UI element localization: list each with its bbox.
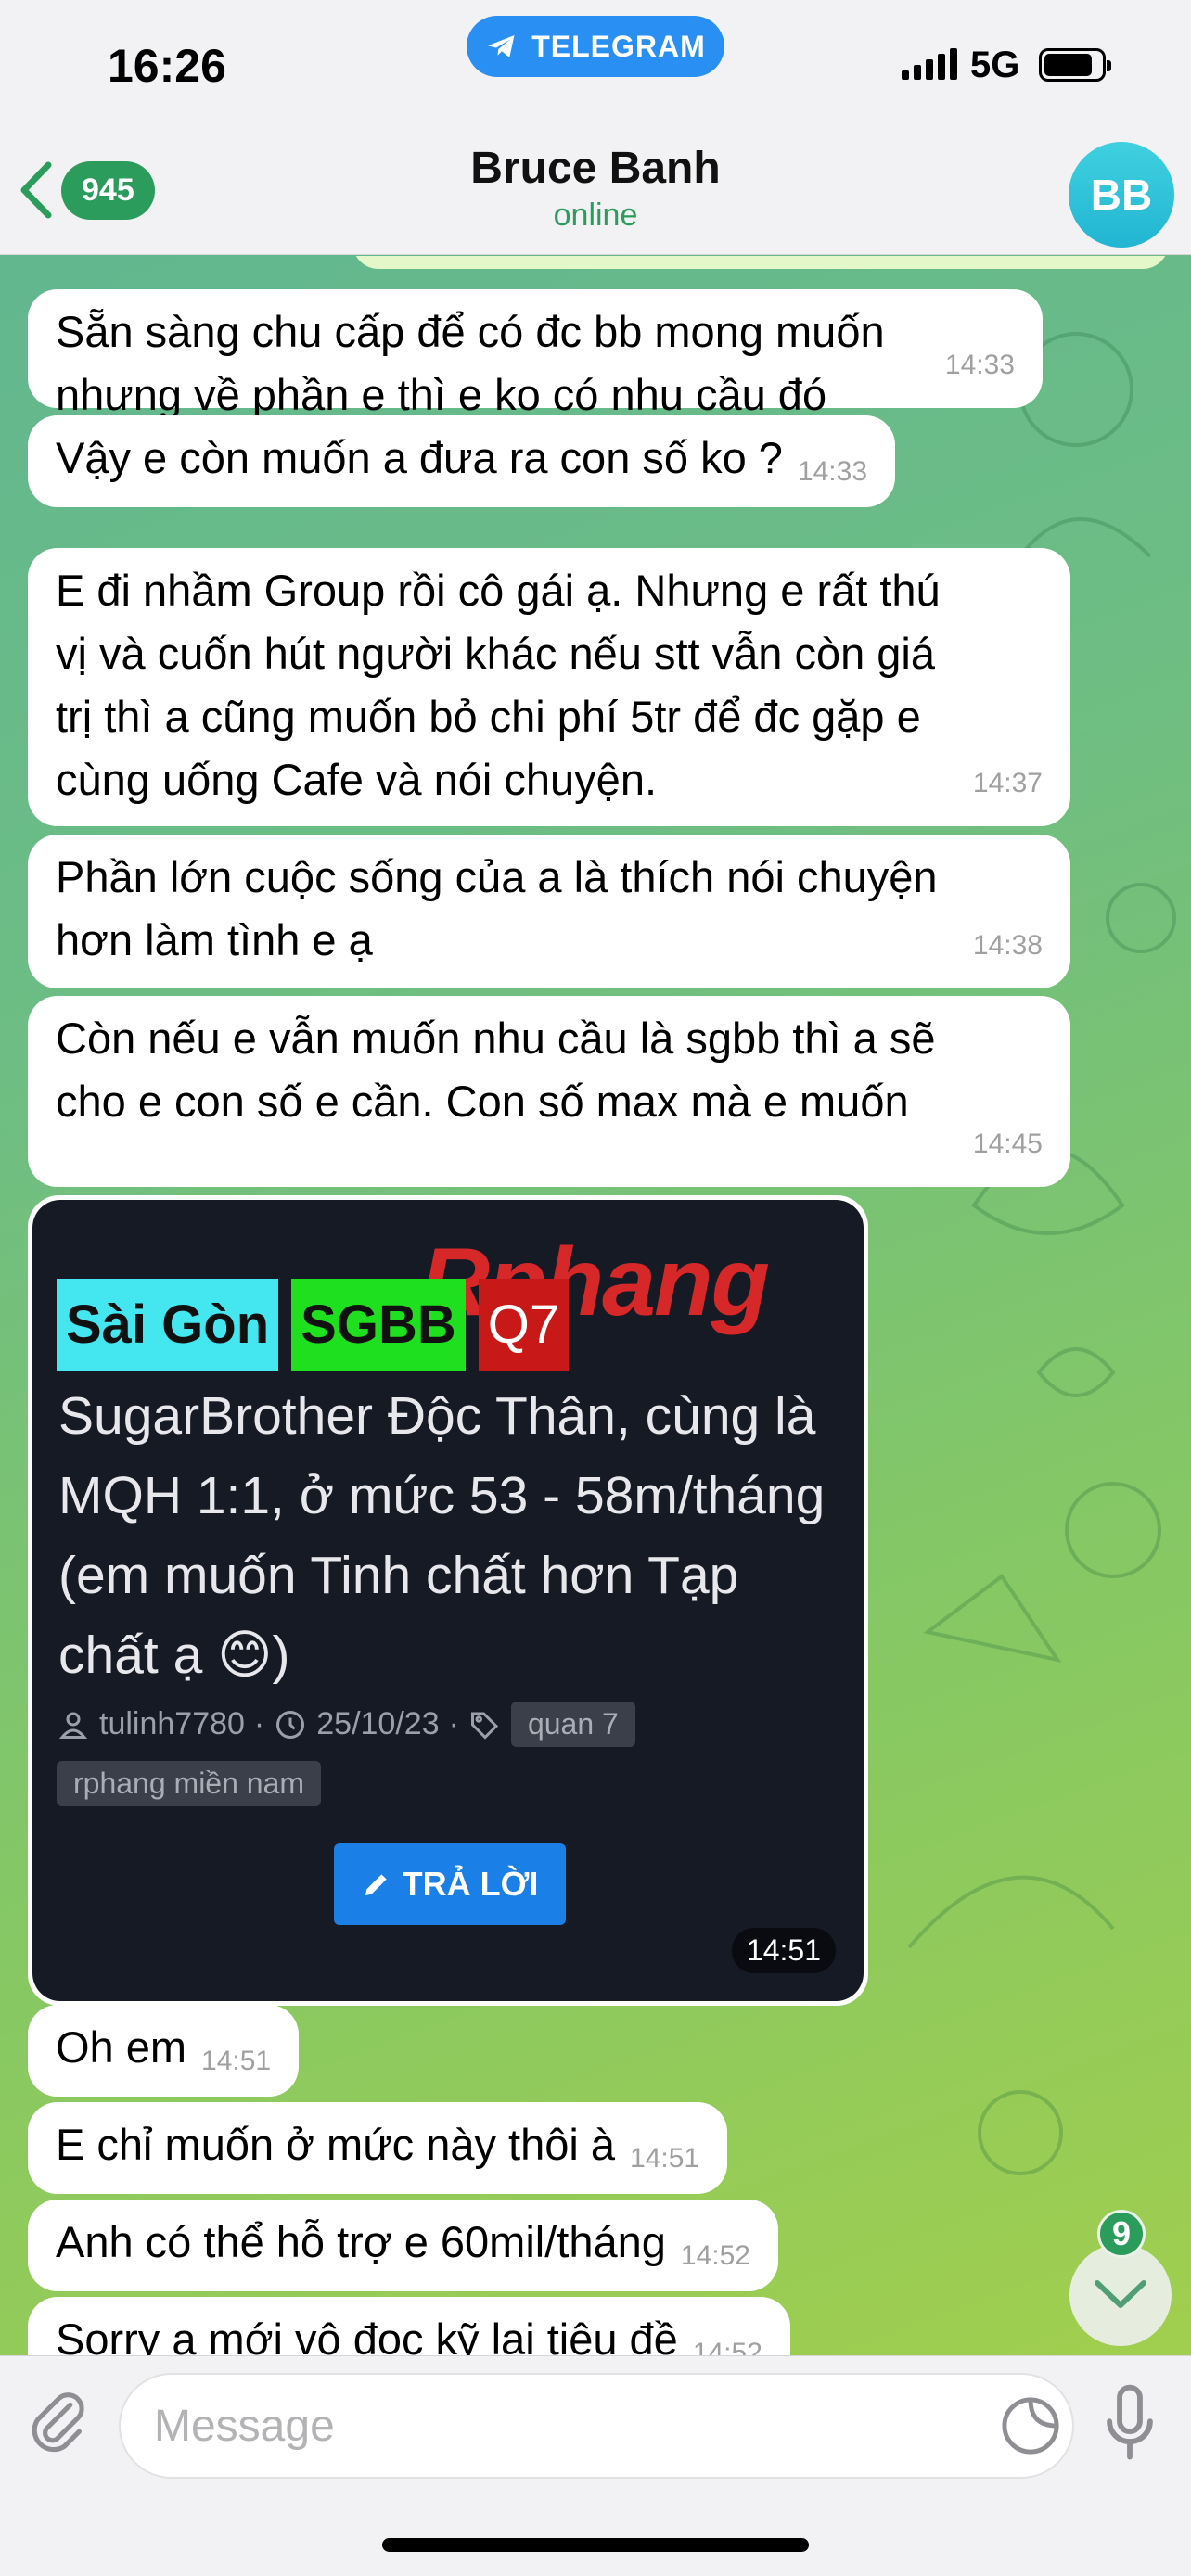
- message-bubble[interactable]: E chỉ muốn ở mức này thôi à 14:51: [28, 2102, 728, 2194]
- message-text: Còn nếu e vẫn muốn nhu cầu là sgbb thì a…: [56, 1014, 936, 1126]
- home-indicator: [382, 2538, 809, 2552]
- scroll-to-bottom-button[interactable]: [1069, 2244, 1172, 2346]
- tag-label: Q7: [478, 1279, 570, 1371]
- signal-icon: [902, 48, 957, 80]
- message-text: Sẵn sàng chu cấp để có đc bb mong muốn n…: [56, 307, 885, 419]
- message-time: 14:45: [972, 1129, 1043, 1159]
- message-input[interactable]: [154, 2375, 989, 2477]
- message-time: 14:52: [692, 2338, 762, 2355]
- contact-status: online: [553, 198, 638, 233]
- message-time: 14:51: [630, 2143, 700, 2174]
- chevron-down-icon: [1095, 2280, 1146, 2308]
- category-chip: rphang miền nam: [57, 1761, 322, 1806]
- message-time: 14:51: [201, 2046, 272, 2076]
- post-date: 25/10/23: [316, 1706, 440, 1741]
- message-time: 14:52: [680, 2240, 750, 2271]
- user-icon: [58, 1712, 88, 1739]
- message-bubble[interactable]: E đi nhầm Group rồi cô gái ạ. Nhưng e rấ…: [28, 548, 1070, 826]
- message-text: E chỉ muốn ở mức này thôi à: [56, 2120, 616, 2169]
- chat-header: 945 Bruce Banh online BB: [0, 130, 1191, 255]
- message-list[interactable]: Sẵn sàng chu cấp để có đc bb mong muốn n…: [0, 256, 1191, 2355]
- message-time: 14:51: [731, 1928, 836, 1973]
- telegram-pill-label: TELEGRAM: [531, 29, 706, 63]
- contact-name: Bruce Banh: [470, 144, 721, 193]
- post-author: tulinh7780: [99, 1706, 245, 1741]
- media-preview[interactable]: Rphang Sài Gòn SGBB Q7 SugarBrother Độc …: [32, 1200, 864, 2001]
- post-tags: Sài Gòn SGBB Q7: [57, 1279, 570, 1371]
- tag-label: Sài Gòn: [57, 1279, 279, 1371]
- message-bubble[interactable]: Anh có thể hỗ trợ e 60mil/tháng 14:52: [28, 2200, 778, 2291]
- message-bubble[interactable]: Sorry a mới vô đọc kỹ lại tiêu đề 14:52: [28, 2297, 790, 2355]
- telegram-pill[interactable]: TELEGRAM: [467, 16, 724, 77]
- sticker-icon[interactable]: [1000, 2395, 1061, 2456]
- message-text: Vậy e còn muốn a đưa ra con số ko ?: [56, 433, 783, 482]
- message-bubble[interactable]: Oh em 14:51: [28, 2005, 300, 2097]
- tag-icon: [470, 1712, 499, 1740]
- message-bubble[interactable]: Sẵn sàng chu cấp để có đc bb mong muốn n…: [28, 289, 1043, 419]
- status-time: 16:26: [108, 40, 226, 92]
- message-time: 14:37: [972, 768, 1043, 798]
- message-time: 14:38: [972, 930, 1043, 961]
- clock-icon: [276, 1710, 305, 1739]
- message-text: Anh có thể hỗ trợ e 60mil/tháng: [56, 2217, 666, 2266]
- reply-button-label: TRẢ LỜI: [402, 1865, 539, 1903]
- media-message[interactable]: Rphang Sài Gòn SGBB Q7 SugarBrother Độc …: [28, 1195, 868, 2006]
- message-time: 14:33: [944, 350, 1015, 380]
- post-title: SugarBrother Độc Thân, cùng là MQH 1:1, …: [58, 1386, 826, 1685]
- network-type: 5G: [970, 45, 1020, 85]
- message-text: Phần lớn cuộc sống của a là thích nói ch…: [56, 852, 938, 964]
- category-chip: quan 7: [510, 1702, 635, 1747]
- tag-label: SGBB: [291, 1279, 466, 1371]
- message-text: E đi nhầm Group rồi cô gái ạ. Nhưng e rấ…: [56, 566, 941, 804]
- message-field[interactable]: [119, 2373, 1074, 2479]
- microphone-icon[interactable]: [1104, 2384, 1156, 2462]
- status-bar: 16:26 TELEGRAM 5G: [0, 0, 1191, 130]
- message-bubble[interactable]: Còn nếu e vẫn muốn nhu cầu là sgbb thì a…: [28, 996, 1070, 1187]
- telegram-icon: [488, 35, 515, 57]
- message-time: 14:33: [797, 456, 868, 487]
- message-text: Oh em: [56, 2022, 187, 2072]
- chat-title[interactable]: Bruce Banh online: [0, 143, 1191, 234]
- paperclip-icon[interactable]: [28, 2384, 89, 2458]
- outgoing-bubble-partial: [352, 256, 1169, 269]
- unread-count-badge: 9: [1097, 2210, 1146, 2258]
- avatar[interactable]: BB: [1069, 142, 1174, 248]
- reply-button: TRẢ LỜI: [334, 1843, 566, 1925]
- message-bubble[interactable]: Phần lớn cuộc sống của a là thích nói ch…: [28, 835, 1070, 988]
- post-meta: tulinh7780 · 25/10/23 · quan 7: [57, 1702, 635, 1747]
- message-bubble[interactable]: Vậy e còn muốn a đưa ra con số ko ? 14:33: [28, 415, 896, 507]
- battery-icon: [1039, 48, 1111, 82]
- pencil-icon: [365, 1874, 387, 1895]
- message-text: Sorry a mới vô đọc kỹ lại tiêu đề: [56, 2315, 678, 2355]
